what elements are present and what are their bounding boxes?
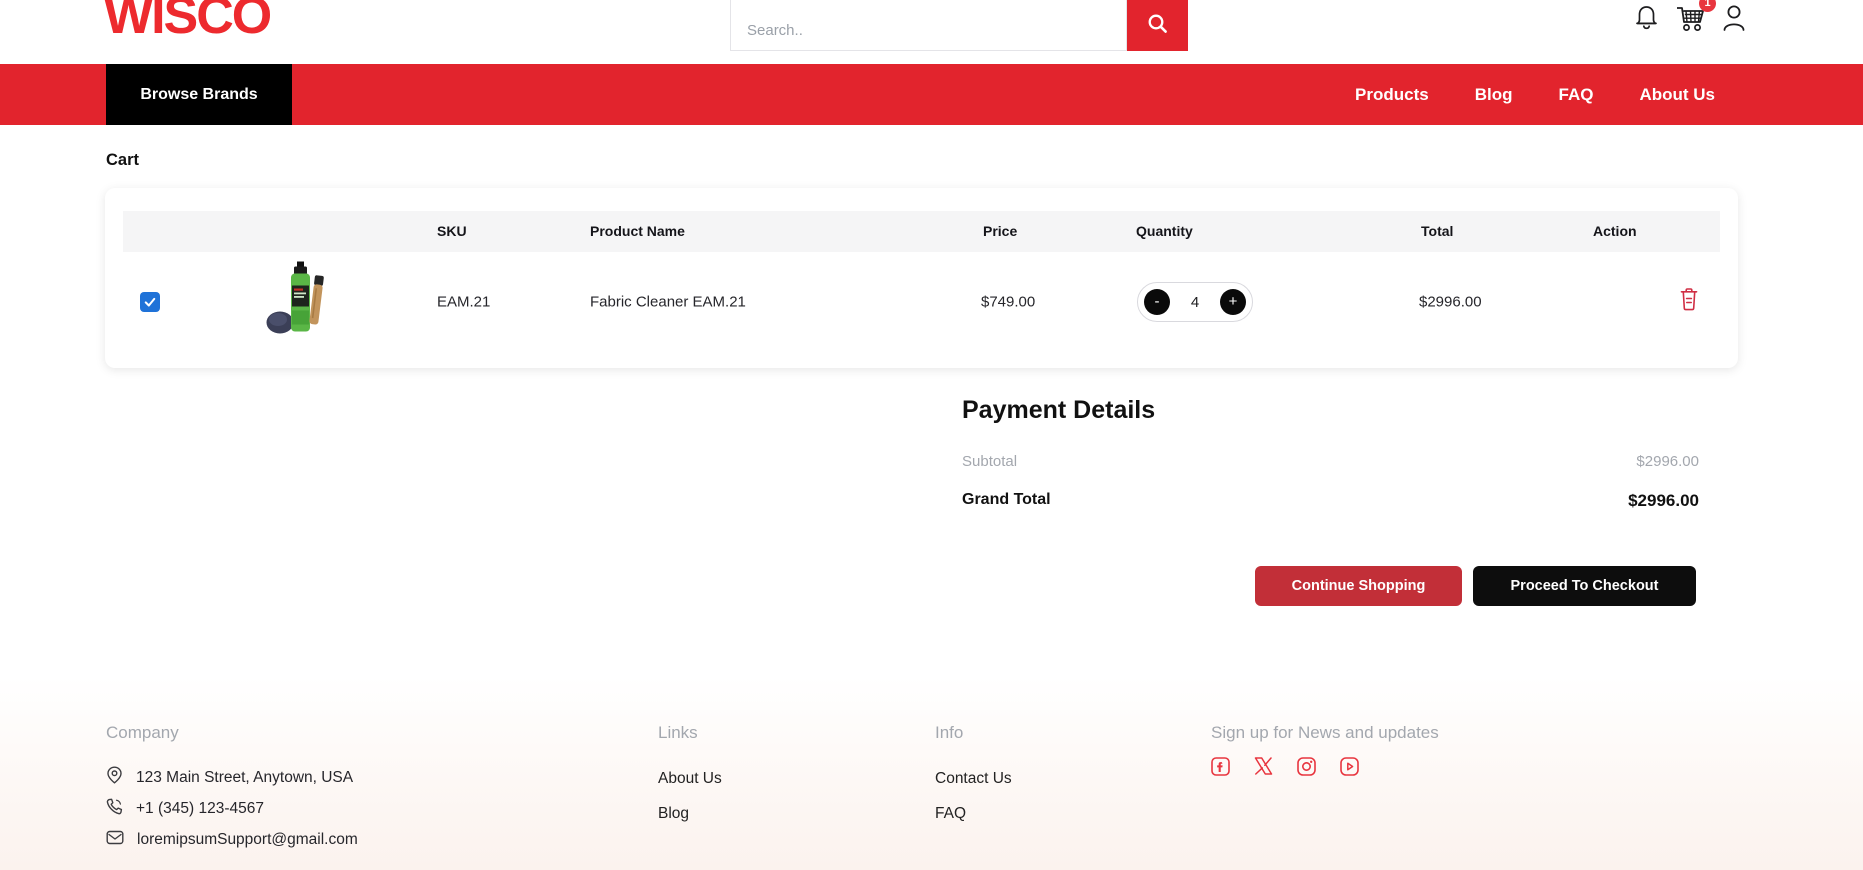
item-sku: EAM.21 — [437, 294, 490, 311]
youtube-icon[interactable] — [1340, 757, 1359, 777]
subtotal-value: $2996.00 — [1636, 453, 1699, 470]
payment-details-title: Payment Details — [962, 396, 1699, 425]
column-header-price: Price — [983, 211, 1017, 252]
search-button[interactable] — [1127, 0, 1188, 51]
column-header-name: Product Name — [590, 211, 685, 252]
footer: Company 123 Main Street, Anytown, USA +1… — [0, 677, 1863, 870]
proceed-to-checkout-button[interactable]: Proceed To Checkout — [1473, 566, 1696, 606]
browse-brands-button[interactable]: Browse Brands — [106, 64, 292, 125]
footer-email: loremipsumSupport@gmail.com — [137, 831, 358, 849]
footer-link-about-us[interactable]: About Us — [658, 770, 722, 788]
footer-phone: +1 (345) 123-4567 — [136, 800, 264, 818]
cart-card: SKU Product Name Price Quantity Total Ac… — [105, 188, 1738, 368]
search-icon — [1147, 13, 1168, 37]
trash-icon — [1679, 300, 1699, 315]
footer-email-row: loremipsumSupport@gmail.com — [106, 830, 358, 850]
notification-bell-icon[interactable] — [1632, 3, 1661, 38]
envelope-icon — [106, 830, 124, 850]
user-account-icon[interactable] — [1721, 3, 1747, 37]
nav-link-about-us[interactable]: About Us — [1639, 85, 1715, 105]
footer-phone-row: +1 (345) 123-4567 — [106, 798, 264, 820]
nav-link-products[interactable]: Products — [1355, 85, 1429, 105]
item-name: Fabric Cleaner EAM.21 — [590, 294, 746, 311]
item-total: $2996.00 — [1419, 294, 1482, 311]
header: WISCO — [0, 0, 1863, 64]
brand-logo[interactable]: WISCO — [104, 0, 270, 46]
page-title: Cart — [106, 151, 139, 170]
footer-address: 123 Main Street, Anytown, USA — [136, 769, 353, 787]
column-header-total: Total — [1421, 211, 1453, 252]
cart-page: WISCO — [0, 0, 1863, 870]
facebook-icon[interactable] — [1211, 757, 1230, 777]
remove-item-button[interactable] — [1679, 287, 1699, 317]
main-navbar: Browse Brands Products Blog FAQ About Us — [0, 64, 1863, 125]
header-icon-group: 1 — [1632, 0, 1747, 40]
x-twitter-icon[interactable] — [1254, 757, 1273, 777]
footer-company-heading: Company — [106, 723, 179, 743]
nav-link-faq[interactable]: FAQ — [1559, 85, 1594, 105]
quantity-stepper: - 4 + — [1137, 282, 1253, 322]
nav-link-blog[interactable]: Blog — [1475, 85, 1513, 105]
social-icons — [1211, 757, 1359, 777]
subtotal-row: Subtotal $2996.00 — [962, 453, 1699, 470]
footer-address-row: 123 Main Street, Anytown, USA — [106, 766, 353, 789]
quantity-decrease-button[interactable]: - — [1144, 289, 1170, 315]
product-image — [266, 259, 328, 346]
column-header-sku: SKU — [437, 211, 467, 252]
instagram-icon[interactable] — [1297, 757, 1316, 777]
footer-links-heading: Links — [658, 723, 698, 743]
grand-total-label: Grand Total — [962, 491, 1051, 511]
cart-count-badge: 1 — [1699, 0, 1716, 12]
grand-total-value: $2996.00 — [1628, 491, 1699, 511]
subtotal-label: Subtotal — [962, 453, 1017, 470]
footer-link-faq[interactable]: FAQ — [935, 805, 966, 823]
nav-links: Products Blog FAQ About Us — [1355, 64, 1715, 125]
check-icon — [143, 295, 157, 309]
cart-actions: Continue Shopping Proceed To Checkout — [1255, 566, 1696, 606]
phone-icon — [106, 798, 123, 820]
newsletter-heading: Sign up for News and updates — [1211, 723, 1439, 743]
row-select-checkbox[interactable] — [140, 292, 160, 312]
quantity-value: 4 — [1191, 294, 1199, 311]
footer-link-contact-us[interactable]: Contact Us — [935, 770, 1012, 788]
quantity-increase-button[interactable]: + — [1220, 289, 1246, 315]
table-row: EAM.21 Fabric Cleaner EAM.21 $749.00 - 4… — [123, 252, 1720, 352]
payment-details-section: Payment Details Subtotal $2996.00 Grand … — [962, 396, 1699, 532]
continue-shopping-button[interactable]: Continue Shopping — [1255, 566, 1462, 606]
grand-total-row: Grand Total $2996.00 — [962, 491, 1699, 511]
footer-link-blog[interactable]: Blog — [658, 805, 689, 823]
column-header-quantity: Quantity — [1136, 211, 1193, 252]
cart-icon-wrap[interactable]: 1 — [1674, 3, 1708, 38]
map-pin-icon — [106, 766, 123, 789]
search-bar — [730, 0, 1188, 51]
item-price: $749.00 — [981, 294, 1035, 311]
cart-table-header: SKU Product Name Price Quantity Total Ac… — [123, 211, 1720, 252]
column-header-action: Action — [1593, 211, 1637, 252]
footer-info-heading: Info — [935, 723, 963, 743]
search-input[interactable] — [730, 0, 1127, 51]
